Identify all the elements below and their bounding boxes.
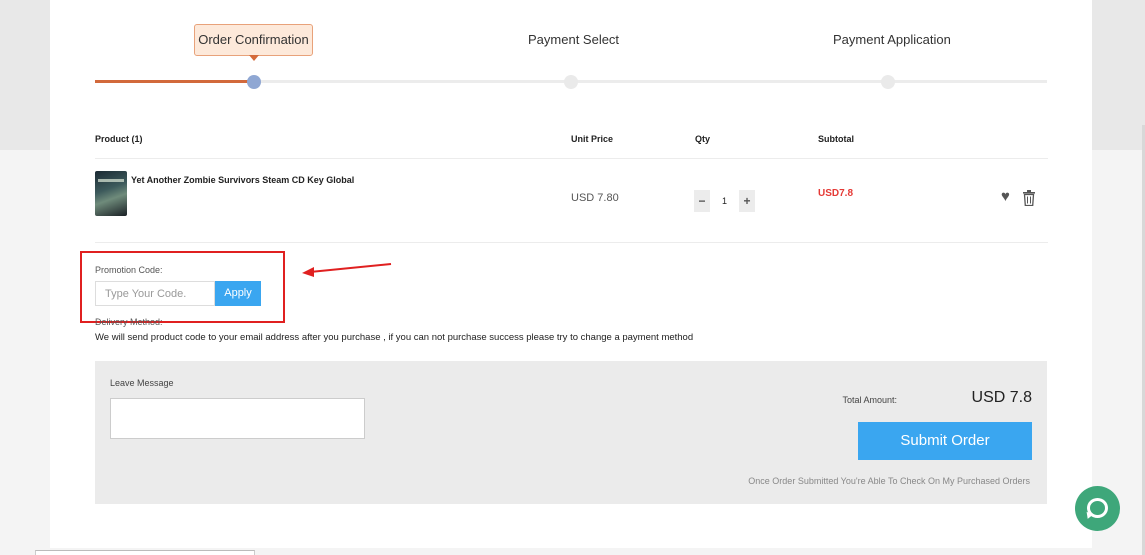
step-dot bbox=[564, 75, 578, 89]
plus-icon[interactable]: + bbox=[739, 190, 755, 212]
annotation-arrow-icon bbox=[302, 263, 392, 277]
header-unit-price: Unit Price bbox=[571, 134, 614, 144]
header-subtotal: Subtotal bbox=[818, 134, 854, 144]
order-summary-panel: Leave Message Total Amount: USD 7.8 Subm… bbox=[95, 361, 1047, 504]
step-order-confirmation: Order Confirmation bbox=[194, 24, 313, 61]
quantity-stepper: − 1 + bbox=[694, 190, 755, 212]
product-name[interactable]: Yet Another Zombie Survivors Steam CD Ke… bbox=[131, 175, 354, 185]
product-thumbnail[interactable] bbox=[95, 171, 127, 216]
order-note: Once Order Submitted You're Able To Chec… bbox=[748, 476, 1030, 486]
header-qty: Qty bbox=[695, 134, 711, 144]
bottom-tab-strip bbox=[35, 550, 255, 555]
divider bbox=[95, 158, 1048, 159]
leave-message-label: Leave Message bbox=[110, 378, 174, 388]
delivery-method-text: We will send product code to your email … bbox=[95, 332, 694, 343]
total-amount-value: USD 7.8 bbox=[971, 389, 1032, 406]
trash-icon[interactable] bbox=[1022, 190, 1036, 206]
quantity-value[interactable]: 1 bbox=[710, 190, 739, 212]
total-amount-label: Total Amount: bbox=[842, 395, 897, 405]
minus-icon[interactable]: − bbox=[694, 190, 710, 212]
annotation-highlight-box bbox=[80, 251, 285, 323]
progress-fill bbox=[95, 80, 255, 83]
delivery-method-label: Delivery Method: bbox=[95, 317, 163, 327]
step-payment-application: Payment Application bbox=[833, 32, 951, 47]
step-dot-active bbox=[247, 75, 261, 89]
chat-button[interactable] bbox=[1075, 486, 1120, 531]
unit-price: USD 7.80 bbox=[571, 192, 619, 204]
subtotal-value: USD7.8 bbox=[818, 188, 854, 199]
step-dot bbox=[881, 75, 895, 89]
step-label: Order Confirmation bbox=[198, 32, 309, 47]
heart-icon[interactable]: ♥ bbox=[1001, 189, 1010, 205]
leave-message-input[interactable] bbox=[110, 398, 365, 439]
step-payment-select: Payment Select bbox=[528, 32, 620, 47]
submit-order-button[interactable]: Submit Order bbox=[858, 422, 1032, 460]
header-product: Product (1) bbox=[95, 134, 143, 144]
divider bbox=[95, 242, 1048, 243]
